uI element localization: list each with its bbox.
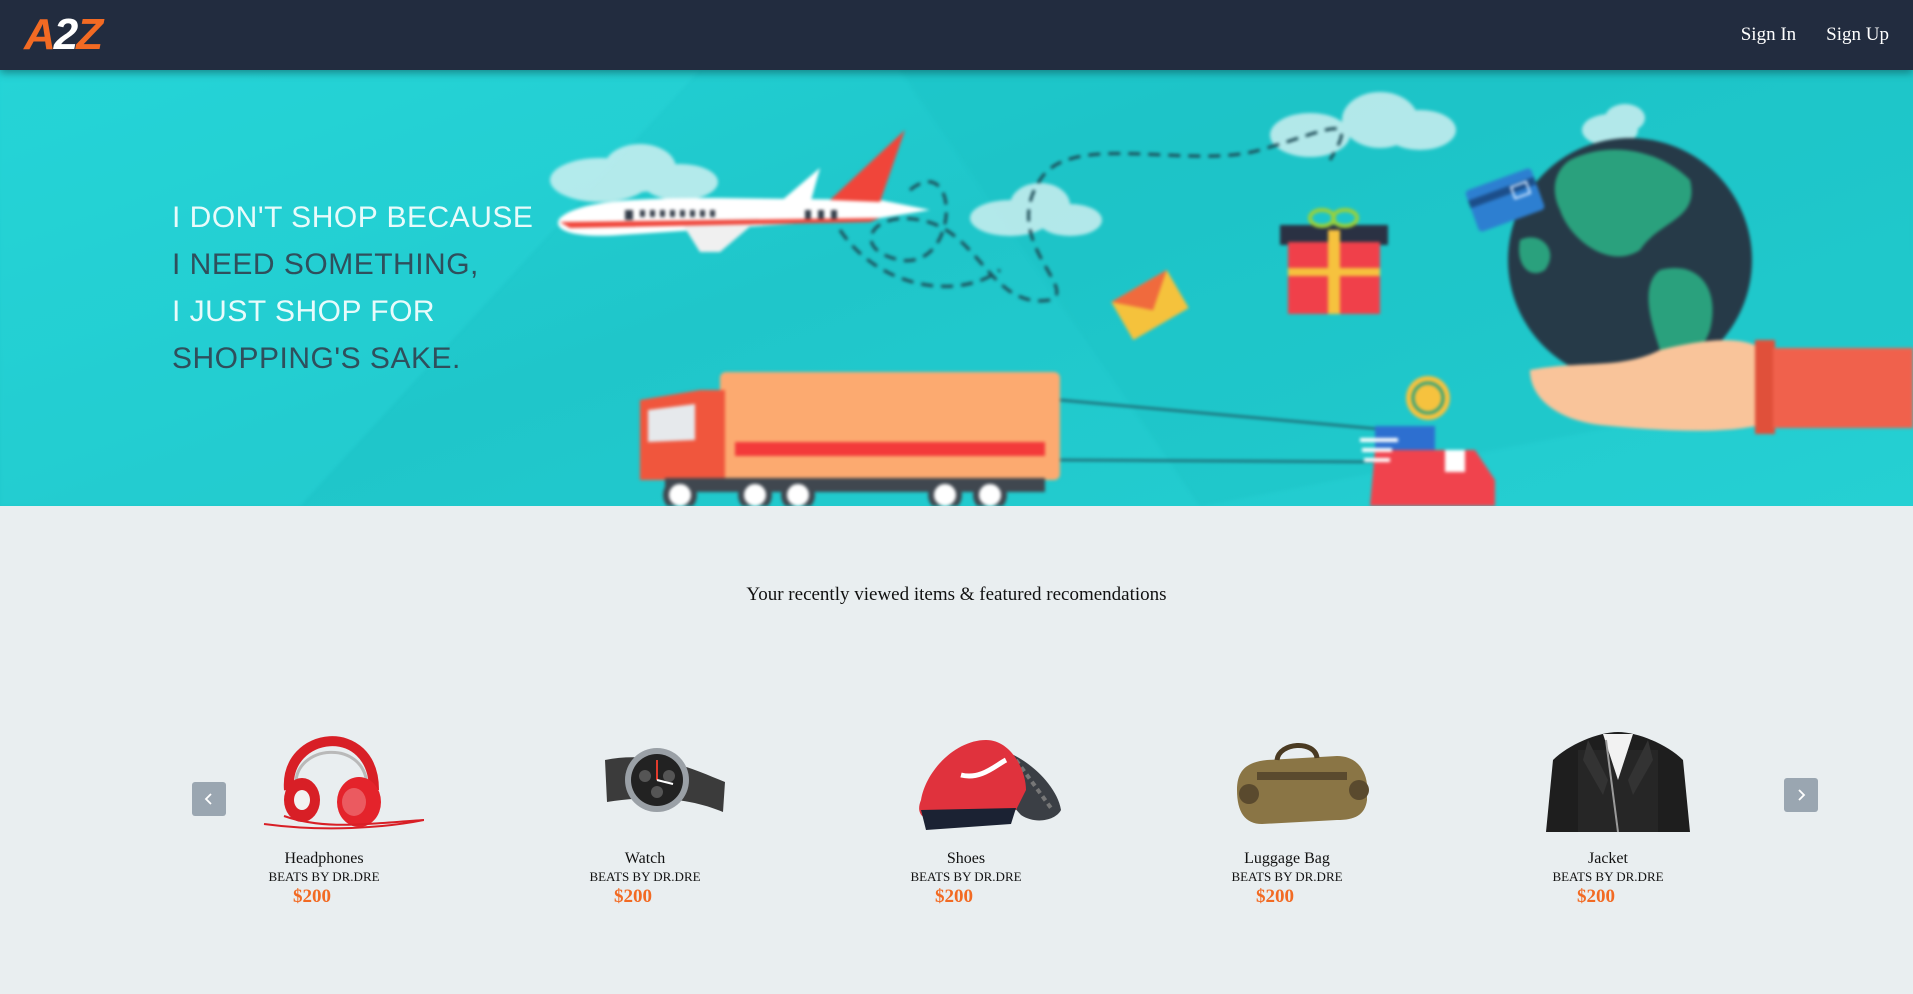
top-navbar: A2Z Sign In Sign Up — [0, 0, 1913, 70]
product-name[interactable]: Luggage Bag — [1187, 850, 1387, 868]
brand-logo[interactable]: A2Z — [24, 10, 103, 60]
watch-image[interactable] — [545, 720, 745, 840]
slogan-line-3: I JUST SHOP FOR — [172, 295, 436, 328]
carousel-next-button[interactable] — [1784, 778, 1818, 812]
slogan-line-1: I DON'T SHOP BECAUSE — [172, 201, 534, 234]
product-price: $200 — [1577, 886, 1615, 907]
product-card[interactable]: Watch BEATS BY DR.DRE $200 — [545, 720, 745, 908]
logo-letter-a: A — [24, 10, 56, 59]
product-carousel: Headphones BEATS BY DR.DRE $200 Watch BE… — [0, 720, 1913, 920]
product-price: $200 — [293, 886, 331, 907]
product-price: $200 — [1256, 886, 1294, 907]
auth-nav: Sign In Sign Up — [1741, 24, 1889, 46]
product-card[interactable]: Shoes BEATS BY DR.DRE $200 — [866, 720, 1066, 908]
recommendations-heading: Your recently viewed items & featured re… — [746, 584, 1167, 605]
slogan-line-2: I NEED SOMETHING, — [172, 248, 479, 281]
headphones-image[interactable] — [224, 720, 425, 840]
logo-letter-z: Z — [76, 10, 103, 59]
shoes-image[interactable] — [866, 720, 1066, 840]
slogan-line-4: SHOPPING'S SAKE. — [172, 342, 461, 375]
product-name[interactable]: Watch — [545, 850, 745, 868]
product-price: $200 — [935, 886, 973, 907]
luggage-bag-image[interactable] — [1187, 720, 1387, 840]
product-brand: BEATS BY DR.DRE — [910, 869, 1022, 884]
chevron-left-icon — [204, 793, 212, 805]
product-brand: BEATS BY DR.DRE — [589, 869, 701, 884]
jacket-image[interactable] — [1508, 720, 1708, 840]
product-name[interactable]: Jacket — [1508, 850, 1708, 868]
carousel-prev-button[interactable] — [192, 782, 226, 816]
product-card[interactable]: Headphones BEATS BY DR.DRE $200 — [224, 720, 425, 908]
logo-digit-2: 2 — [53, 10, 79, 59]
product-name[interactable]: Shoes — [866, 850, 1066, 868]
hero-slogan: I DON'T SHOP BECAUSE I NEED SOMETHING, I… — [172, 194, 533, 382]
chevron-right-icon — [1798, 789, 1806, 801]
product-card[interactable]: Jacket BEATS BY DR.DRE $200 — [1508, 720, 1708, 908]
product-brand: BEATS BY DR.DRE — [1552, 869, 1664, 884]
product-card[interactable]: Luggage Bag BEATS BY DR.DRE $200 — [1187, 720, 1387, 908]
product-brand: BEATS BY DR.DRE — [268, 869, 380, 884]
sign-in-link[interactable]: Sign In — [1741, 24, 1796, 46]
sign-up-link[interactable]: Sign Up — [1826, 24, 1889, 46]
product-name[interactable]: Headphones — [224, 850, 424, 868]
hero-banner: I DON'T SHOP BECAUSE I NEED SOMETHING, I… — [0, 70, 1913, 506]
product-price: $200 — [614, 886, 652, 907]
gift-icon — [1280, 208, 1388, 314]
product-brand: BEATS BY DR.DRE — [1231, 869, 1343, 884]
